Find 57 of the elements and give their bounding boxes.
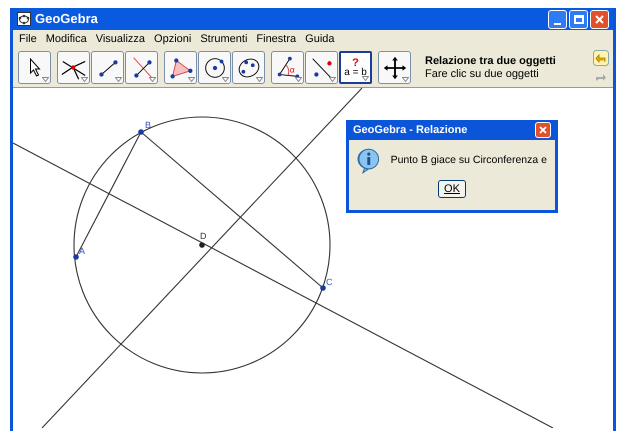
tool-button[interactable] [378, 51, 411, 84]
menu-item[interactable]: Visualizza [96, 30, 146, 48]
close-icon [539, 126, 547, 134]
point-label: C [326, 277, 332, 287]
tool-button[interactable] [91, 51, 124, 84]
dropdown-triangle-icon [256, 77, 263, 82]
dialog-title: GeoGebra - Relazione [353, 122, 468, 138]
undo-icon[interactable] [593, 50, 609, 66]
dropdown-triangle-icon [149, 77, 156, 82]
segment[interactable] [76, 132, 142, 258]
dropdown-triangle-icon [329, 77, 336, 82]
tool-button[interactable] [18, 51, 51, 84]
tool-button[interactable] [164, 51, 197, 84]
maximize-button[interactable] [569, 10, 588, 28]
dropdown-triangle-icon [81, 77, 88, 82]
tool-button[interactable] [232, 51, 265, 84]
dialog-message: Punto B giace su Circonferenza e [390, 153, 547, 168]
point[interactable] [199, 242, 205, 248]
close-button[interactable] [535, 122, 551, 138]
window-title: GeoGebra [35, 10, 98, 28]
dropdown-triangle-icon [362, 76, 369, 81]
pointer-icon [28, 58, 42, 77]
tool-name: Relazione tra due oggetti [425, 54, 556, 68]
close-icon [595, 14, 604, 24]
app-icon [17, 12, 31, 26]
info-icon [357, 148, 381, 174]
dropdown-triangle-icon [295, 77, 302, 82]
ok-button[interactable]: OK [438, 180, 466, 198]
line[interactable] [13, 142, 554, 428]
point[interactable] [138, 129, 144, 135]
dropdown-triangle-icon [222, 77, 229, 82]
menu-item[interactable]: Opzioni [154, 30, 192, 48]
tool-button[interactable] [57, 51, 90, 84]
point-label: D [200, 231, 206, 241]
tool-help: Fare clic su due oggetti [425, 68, 540, 80]
tool-button[interactable] [125, 51, 158, 84]
dropdown-triangle-icon [188, 77, 195, 82]
menu-item[interactable]: Finestra [256, 30, 296, 48]
tool-button[interactable] [198, 51, 231, 84]
point[interactable] [73, 254, 79, 260]
point-label: B [145, 120, 152, 130]
tool-button[interactable] [305, 51, 338, 84]
segment[interactable] [140, 132, 324, 288]
menu-item[interactable]: Modifica [46, 30, 87, 48]
point[interactable] [320, 285, 326, 291]
dropdown-triangle-icon [115, 77, 122, 82]
close-button[interactable] [590, 10, 609, 28]
point-label: A [79, 246, 86, 256]
dropdown-triangle-icon [402, 77, 409, 82]
relation-icon: ? a = b [344, 58, 367, 78]
tool-button[interactable]: ? a = b [339, 51, 372, 84]
minimize-button[interactable] [548, 10, 567, 28]
circle[interactable] [73, 116, 331, 374]
dropdown-triangle-icon [42, 77, 49, 82]
menu-item[interactable]: File [19, 30, 37, 48]
menu-item[interactable]: Strumenti [200, 30, 248, 48]
menu-item[interactable]: Guida [305, 30, 335, 48]
